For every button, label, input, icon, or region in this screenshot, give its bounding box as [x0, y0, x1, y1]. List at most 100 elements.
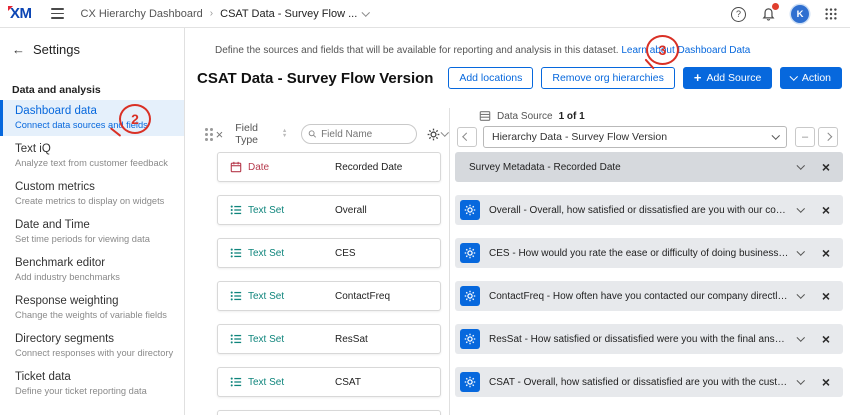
- breadcrumb-current-label: CSAT Data - Survey Flow ...: [220, 8, 357, 20]
- gear-icon: [427, 128, 440, 141]
- chevron-left-icon: [463, 133, 471, 141]
- breadcrumb-current[interactable]: CSAT Data - Survey Flow ...: [220, 8, 369, 20]
- page-title: CSAT Data - Survey Flow Version: [197, 70, 440, 87]
- gear-icon: [464, 376, 476, 388]
- avatar[interactable]: K: [791, 5, 809, 23]
- field-name-search-input[interactable]: [321, 129, 409, 140]
- chevron-down-icon[interactable]: [797, 205, 805, 213]
- field-type-label: Text Set: [248, 334, 284, 345]
- field-name-search[interactable]: [301, 124, 416, 144]
- field-row-contactfreq[interactable]: Text Set ContactFreq: [217, 281, 441, 311]
- mapped-field-row-ressat[interactable]: ResSat - How satisfied or dissatisfied w…: [455, 324, 843, 354]
- field-row-recorded-date[interactable]: Date Recorded Date: [217, 152, 441, 182]
- breadcrumb: CX Hierarchy Dashboard › CSAT Data - Sur…: [81, 8, 369, 20]
- sidebar-item-custom-metrics[interactable]: Custom metrics Create metrics to display…: [0, 176, 184, 212]
- sidebar-item-date-and-time[interactable]: Date and Time Set time periods for viewi…: [0, 214, 184, 250]
- chevron-down-icon: [790, 73, 798, 81]
- minus-icon: –: [802, 132, 808, 142]
- clear-filter-button[interactable]: ×: [216, 127, 224, 142]
- field-type-label: Text Set: [248, 291, 284, 302]
- field-name-label: Recorded Date: [335, 162, 402, 173]
- apps-grid-button[interactable]: [824, 7, 838, 21]
- sidebar-section-label: Data and analysis: [12, 84, 101, 96]
- nav-item-description: Define your ticket reporting data: [15, 385, 174, 397]
- back-to-settings-button[interactable]: ← Settings: [12, 42, 80, 57]
- sidebar-item-benchmark-editor[interactable]: Benchmark editor Add industry benchmarks: [0, 252, 184, 288]
- field-row-ressat[interactable]: Text Set ResSat: [217, 324, 441, 354]
- breadcrumb-root[interactable]: CX Hierarchy Dashboard: [81, 8, 203, 20]
- notifications-button[interactable]: [761, 7, 776, 22]
- mapped-field-row-recorded-date[interactable]: Survey Metadata - Recorded Date ×: [455, 152, 843, 182]
- next-source-button[interactable]: [818, 127, 838, 147]
- nav-item-description: Connect responses with your directory: [15, 347, 174, 359]
- prev-source-button[interactable]: [457, 127, 477, 147]
- help-button[interactable]: ?: [731, 7, 746, 22]
- mapped-field-row-ces[interactable]: CES - How would you rate the ease or dif…: [455, 238, 843, 268]
- panels-area: × Field Type ▲▼: [185, 108, 850, 415]
- field-settings-gear-button[interactable]: [460, 372, 480, 392]
- remove-field-button[interactable]: ×: [822, 288, 830, 304]
- field-row-ces[interactable]: Text Set CES: [217, 238, 441, 268]
- sidebar-item-ticket-data[interactable]: Ticket data Define your ticket reporting…: [0, 366, 184, 402]
- xm-logo[interactable]: XM: [10, 5, 32, 22]
- chevron-down-icon[interactable]: [797, 334, 805, 342]
- add-locations-button[interactable]: Add locations: [448, 67, 533, 89]
- hamburger-menu-icon[interactable]: [48, 5, 67, 21]
- chevron-down-icon[interactable]: [797, 291, 805, 299]
- mapped-field-row-csat[interactable]: CSAT - Overall, how satisfied or dissati…: [455, 367, 843, 397]
- sidebar-item-text-iq[interactable]: Text iQ Analyze text from customer feedb…: [0, 138, 184, 174]
- field-name-label: Overall: [335, 205, 367, 216]
- dataset-description: Define the sources and fields that will …: [215, 45, 840, 56]
- add-source-label: Add Source: [706, 72, 761, 84]
- field-settings-gear-button[interactable]: [460, 286, 480, 306]
- field-settings-button[interactable]: [427, 128, 448, 141]
- action-button[interactable]: Action: [780, 67, 842, 89]
- app-window: XM CX Hierarchy Dashboard › CSAT Data - …: [0, 0, 850, 415]
- learn-about-dashboard-data-link[interactable]: Learn about Dashboard Data: [621, 45, 750, 56]
- field-settings-gear-button[interactable]: [460, 200, 480, 220]
- field-name-label: CES: [335, 248, 356, 259]
- add-source-button[interactable]: + Add Source: [683, 67, 772, 89]
- sidebar-item-dashboard-data[interactable]: Dashboard data Connect data sources and …: [0, 100, 184, 136]
- panel-divider: [449, 108, 450, 415]
- mapped-field-row-overall[interactable]: Overall - Overall, how satisfied or diss…: [455, 195, 843, 225]
- annotation-step-3: 3: [646, 35, 679, 65]
- mapped-field-row-contactfreq[interactable]: ContactFreq - How often have you contact…: [455, 281, 843, 311]
- field-row-csat[interactable]: Text Set CSAT: [217, 367, 441, 397]
- sidebar-item-response-weighting[interactable]: Response weighting Change the weights of…: [0, 290, 184, 326]
- nav-item-label: Custom metrics: [15, 180, 174, 194]
- topbar-actions: ? K: [731, 0, 838, 28]
- dataset-description-text: Define the sources and fields that will …: [215, 45, 619, 56]
- remove-field-button[interactable]: ×: [822, 159, 830, 175]
- sidebar-item-directory-segments[interactable]: Directory segments Connect responses wit…: [0, 328, 184, 364]
- drag-handle-icon[interactable]: [205, 133, 208, 136]
- field-row-overall[interactable]: Text Set Overall: [217, 195, 441, 225]
- field-type-sort-header[interactable]: Field Type ▲▼: [235, 122, 287, 146]
- data-source-count: 1 of 1: [559, 111, 585, 122]
- remove-field-button[interactable]: ×: [822, 245, 830, 261]
- avatar-initial: K: [797, 9, 804, 20]
- mapped-field-label: CES - How would you rate the ease or dif…: [489, 248, 790, 259]
- chevron-down-icon[interactable]: [797, 248, 805, 256]
- remove-org-hierarchies-button[interactable]: Remove org hierarchies: [541, 67, 674, 89]
- data-source-header: Data Source 1 of 1: [479, 110, 585, 122]
- page-header: CSAT Data - Survey Flow Version Add loca…: [197, 65, 842, 91]
- text-set-icon: [230, 290, 242, 302]
- data-source-icon: [479, 110, 491, 122]
- remove-field-button[interactable]: ×: [822, 374, 830, 390]
- chevron-down-icon[interactable]: [797, 377, 805, 385]
- annotation-step-3-number: 3: [659, 42, 667, 58]
- field-type-label: Text Set: [248, 248, 284, 259]
- fields-panel: × Field Type ▲▼: [197, 108, 447, 415]
- sidebar-nav: Dashboard data Connect data sources and …: [0, 100, 184, 404]
- mapped-field-label: Survey Metadata - Recorded Date: [469, 162, 790, 173]
- nav-item-description: Analyze text from customer feedback: [15, 157, 174, 169]
- remove-field-button[interactable]: ×: [822, 202, 830, 218]
- collapse-source-button[interactable]: –: [795, 127, 815, 147]
- text-set-icon: [230, 204, 242, 216]
- remove-field-button[interactable]: ×: [822, 331, 830, 347]
- chevron-down-icon[interactable]: [797, 162, 805, 170]
- field-settings-gear-button[interactable]: [460, 329, 480, 349]
- field-settings-gear-button[interactable]: [460, 243, 480, 263]
- data-source-select[interactable]: Hierarchy Data - Survey Flow Version: [483, 126, 787, 148]
